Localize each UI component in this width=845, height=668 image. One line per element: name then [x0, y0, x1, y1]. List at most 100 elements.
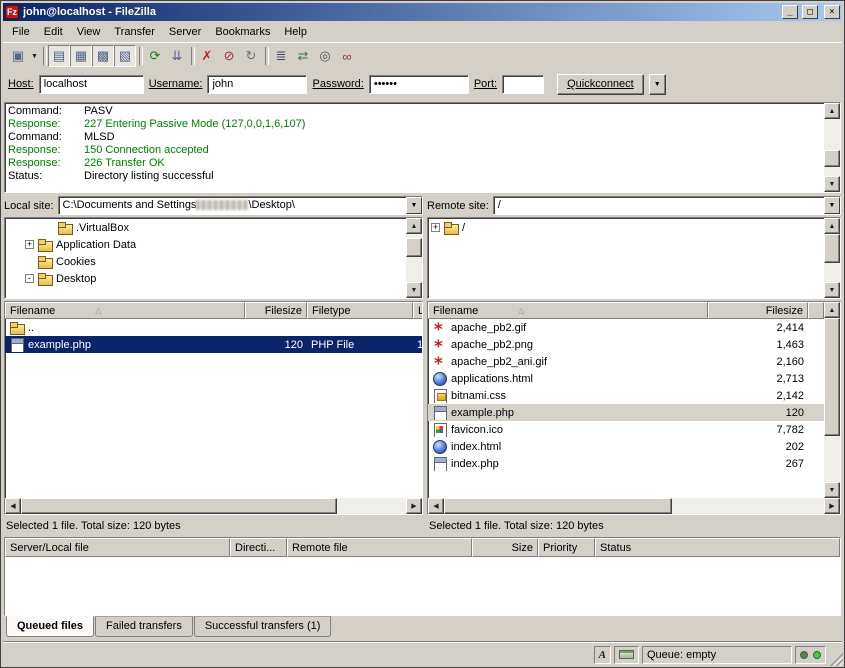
queue-body[interactable]	[5, 557, 840, 615]
remote-tree-scrollbar-thumb[interactable]	[824, 234, 840, 263]
quickconnect-dropdown-icon[interactable]: ▼	[649, 74, 666, 95]
toggle-transfer-queue-icon[interactable]: ▧	[114, 45, 136, 67]
log-scrollbar-track[interactable]	[824, 119, 840, 176]
column-header-filesize[interactable]: Filesize	[245, 302, 307, 319]
file-row[interactable]: example.php 120	[428, 404, 824, 421]
menu-item[interactable]: Server	[162, 23, 208, 41]
remote-site-combobox[interactable]: / ▼	[493, 196, 841, 215]
local-tree-scrollbar-track[interactable]	[406, 234, 422, 282]
toolbar-button[interactable]	[40, 46, 48, 66]
toggle-message-log-icon[interactable]: ▤	[48, 45, 70, 67]
refresh-icon[interactable]: ⟳	[144, 45, 166, 67]
host-input[interactable]	[39, 75, 144, 94]
remote-list-scrollbar[interactable]: ▲ ▼	[824, 302, 840, 498]
scroll-down-icon[interactable]: ▼	[824, 482, 840, 498]
menu-item[interactable]: Transfer	[107, 23, 162, 41]
local-site-combobox[interactable]: C:\Documents and Settings\Desktop\ ▼	[58, 196, 423, 215]
menu-item[interactable]: Bookmarks	[208, 23, 277, 41]
scroll-down-icon[interactable]: ▼	[406, 282, 422, 298]
remote-list-scrollbar-track[interactable]	[824, 318, 840, 482]
tree-item[interactable]: .VirtualBox	[5, 219, 406, 236]
queue-column-header[interactable]: Priority	[538, 538, 595, 557]
site-manager-icon[interactable]: ▣	[7, 45, 29, 67]
synchronized-browsing-icon[interactable]: ⇄	[292, 45, 314, 67]
tree-item[interactable]: - Desktop	[5, 270, 406, 287]
queue-column-header[interactable]: Status	[595, 538, 840, 557]
file-row[interactable]: example.php 120 PHP File 1	[5, 336, 422, 353]
queue-column-header[interactable]: Directi...	[230, 538, 287, 557]
queue-column-header[interactable]: Size	[472, 538, 538, 557]
scroll-down-icon[interactable]: ▼	[824, 176, 840, 192]
toggle-remote-tree-icon[interactable]: ▩	[92, 45, 114, 67]
remote-list-hscrollbar-track[interactable]	[444, 498, 824, 514]
remote-tree-scrollbar-track[interactable]	[824, 234, 840, 282]
log-scrollbar[interactable]: ▲ ▼	[824, 103, 840, 192]
site-manager-dropdown-icon[interactable]: ▼	[29, 45, 40, 67]
toolbar-button[interactable]	[188, 46, 196, 66]
quickconnect-button[interactable]: Quickconnect	[557, 74, 644, 95]
menu-item[interactable]: Help	[277, 23, 314, 41]
scroll-up-icon[interactable]: ▲	[824, 103, 840, 119]
file-row[interactable]: ..	[5, 319, 422, 336]
tree-item[interactable]: + /	[428, 219, 824, 236]
scroll-down-icon[interactable]: ▼	[824, 282, 840, 298]
local-site-dropdown-icon[interactable]: ▼	[406, 197, 422, 214]
port-input[interactable]	[502, 75, 544, 94]
queue-column-header[interactable]: Server/Local file	[5, 538, 230, 557]
file-row[interactable]: apache_pb2.gif 2,414	[428, 319, 824, 336]
column-header-filename[interactable]: Filename△	[428, 302, 708, 319]
queue-tab[interactable]: Failed transfers	[95, 616, 193, 637]
queue-tab[interactable]: Successful transfers (1)	[194, 616, 332, 637]
column-header-last-modified[interactable]: Last modified	[413, 302, 422, 319]
minimize-button[interactable]: _	[782, 5, 798, 19]
tree-expander-icon[interactable]: -	[25, 274, 34, 283]
queue-tab[interactable]: Queued files	[6, 616, 94, 637]
menu-item[interactable]: View	[70, 23, 108, 41]
queue-column-header[interactable]: Remote file	[287, 538, 472, 557]
remote-list-hscrollbar-thumb[interactable]	[444, 498, 672, 514]
file-row[interactable]: applications.html 2,713	[428, 370, 824, 387]
column-header-filetype[interactable]: Filetype	[307, 302, 413, 319]
process-queue-icon[interactable]: ⇊	[166, 45, 188, 67]
file-row[interactable]: apache_pb2.png 1,463	[428, 336, 824, 353]
local-tree-scrollbar[interactable]: ▲ ▼	[406, 218, 422, 298]
local-list-hscrollbar-thumb[interactable]	[21, 498, 337, 514]
file-row[interactable]: favicon.ico 7,782	[428, 421, 824, 438]
tree-expander-icon[interactable]: +	[431, 223, 440, 232]
scroll-up-icon[interactable]: ▲	[824, 218, 840, 234]
file-row[interactable]: bitnami.css 2,142	[428, 387, 824, 404]
username-input[interactable]	[207, 75, 307, 94]
close-button[interactable]: ×	[824, 5, 840, 19]
menu-item[interactable]: File	[5, 23, 37, 41]
local-tree-scrollbar-thumb[interactable]	[406, 238, 422, 257]
tree-expander-icon[interactable]: +	[25, 240, 34, 249]
toolbar-button[interactable]	[136, 46, 144, 66]
local-list-hscrollbar-track[interactable]	[21, 498, 406, 514]
scroll-right-icon[interactable]: ▶	[406, 498, 422, 514]
toolbar-button[interactable]	[262, 46, 270, 66]
disconnect-icon[interactable]: ⊘	[218, 45, 240, 67]
title-bar[interactable]: Fz john@localhost - FileZilla _ □ ×	[3, 3, 842, 21]
remote-tree-scrollbar[interactable]: ▲ ▼	[824, 218, 840, 298]
maximize-button[interactable]: □	[802, 5, 818, 19]
file-row[interactable]: apache_pb2_ani.gif 2,160	[428, 353, 824, 370]
scroll-up-icon[interactable]: ▲	[406, 218, 422, 234]
file-row[interactable]: index.php 267	[428, 455, 824, 472]
column-header-filename[interactable]: Filename△	[5, 302, 245, 319]
find-files-icon[interactable]: ◎	[314, 45, 336, 67]
speed-limits-icon[interactable]: ∞	[336, 45, 358, 67]
remote-list-hscrollbar[interactable]: ◀ ▶	[428, 498, 840, 514]
remote-list-scrollbar-thumb[interactable]	[824, 318, 840, 436]
local-list-hscrollbar[interactable]: ◀ ▶	[5, 498, 422, 514]
cancel-operation-icon[interactable]: ✗	[196, 45, 218, 67]
scroll-left-icon[interactable]: ◀	[5, 498, 21, 514]
reconnect-icon[interactable]: ↻	[240, 45, 262, 67]
tree-item[interactable]: Cookies	[5, 253, 406, 270]
tree-item[interactable]: + Application Data	[5, 236, 406, 253]
column-header-filesize[interactable]: Filesize	[708, 302, 808, 319]
scroll-up-icon[interactable]: ▲	[824, 302, 840, 318]
menu-item[interactable]: Edit	[37, 23, 70, 41]
toggle-local-tree-icon[interactable]: ▦	[70, 45, 92, 67]
scroll-left-icon[interactable]: ◀	[428, 498, 444, 514]
file-row[interactable]: index.html 202	[428, 438, 824, 455]
